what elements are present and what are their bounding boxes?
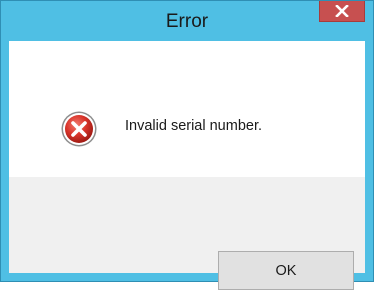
message-area: Invalid serial number. xyxy=(9,41,365,177)
close-button[interactable] xyxy=(319,1,365,22)
button-area: OK xyxy=(9,177,365,290)
error-dialog-window: Error Invalid serial number. OK xyxy=(0,0,374,290)
error-icon xyxy=(61,111,97,147)
ok-button[interactable]: OK xyxy=(218,251,354,290)
title-bar[interactable]: Error xyxy=(1,1,373,41)
close-icon xyxy=(335,5,349,17)
dialog-client-area: Invalid serial number. OK xyxy=(9,41,365,290)
error-message: Invalid serial number. xyxy=(125,118,263,134)
window-title: Error xyxy=(165,11,209,32)
